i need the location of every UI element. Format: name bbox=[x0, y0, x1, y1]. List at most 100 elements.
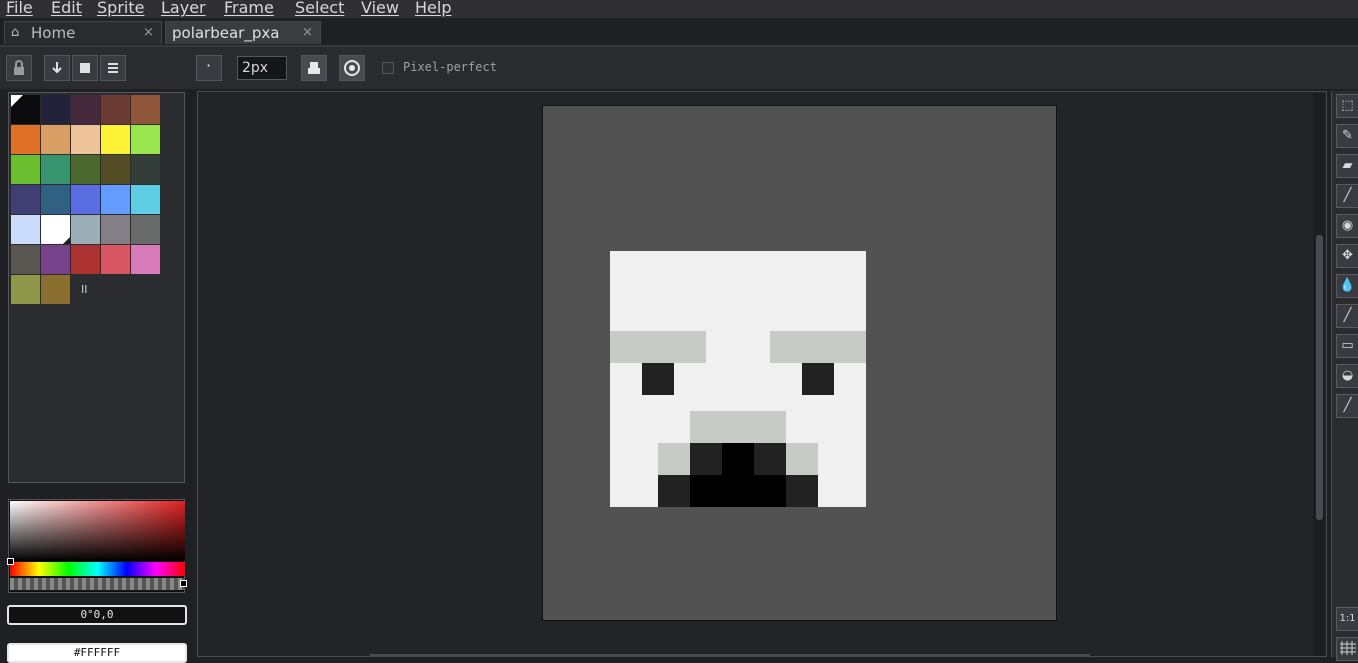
pixel-mode-button[interactable] bbox=[339, 55, 365, 81]
menu-edit[interactable]: Edit bbox=[51, 0, 82, 17]
marquee-icon[interactable]: ⬚ bbox=[1336, 94, 1358, 118]
rectangle-icon[interactable]: ▭ bbox=[1336, 334, 1358, 358]
palette-swatch[interactable] bbox=[101, 95, 130, 124]
eyedropper-icon[interactable]: ╱ bbox=[1336, 184, 1358, 208]
sprite-pixel-block bbox=[786, 443, 818, 475]
sprite-pixel-block bbox=[770, 331, 866, 363]
palette-swatch[interactable] bbox=[41, 245, 70, 274]
hex-field[interactable]: #FFFFFF bbox=[7, 643, 187, 663]
sprite-pixel-block bbox=[690, 411, 786, 443]
spray-icon[interactable]: ╱ bbox=[1336, 394, 1358, 418]
palette-swatch[interactable] bbox=[131, 155, 160, 184]
align-down-button[interactable] bbox=[44, 55, 70, 81]
color-picker[interactable] bbox=[7, 499, 187, 593]
close-icon[interactable]: × bbox=[143, 22, 154, 44]
palette-swatch[interactable] bbox=[11, 215, 40, 244]
sprite-pixel-block bbox=[610, 331, 706, 363]
palette-swatch[interactable] bbox=[101, 215, 130, 244]
palette-swatch[interactable] bbox=[11, 95, 40, 124]
palette-swatch[interactable] bbox=[71, 125, 100, 154]
brush-size-input[interactable]: 2px bbox=[237, 56, 287, 80]
pixel-perfect-label: Pixel-perfect bbox=[403, 60, 497, 74]
palette-swatch[interactable] bbox=[41, 275, 70, 304]
pause-icon[interactable]: II bbox=[81, 283, 88, 296]
close-icon[interactable]: × bbox=[302, 22, 313, 44]
tab-home[interactable]: ⌂ Home × bbox=[4, 21, 162, 44]
menu-view[interactable]: View bbox=[361, 0, 399, 17]
palette-swatch[interactable] bbox=[131, 185, 160, 214]
zoom-reset-button[interactable]: 1:1 bbox=[1336, 607, 1358, 631]
tab-file-label: polarbear_pxa bbox=[172, 24, 280, 42]
palette-swatch[interactable] bbox=[11, 245, 40, 274]
palette-swatch[interactable] bbox=[11, 185, 40, 214]
menu-sprite[interactable]: Sprite bbox=[97, 0, 144, 17]
sprite-canvas[interactable] bbox=[542, 105, 1057, 621]
hsv-field[interactable]: 0°0,0 bbox=[7, 605, 187, 625]
menu-help[interactable]: Help bbox=[415, 0, 451, 17]
sprite-pixel-block bbox=[690, 443, 722, 475]
palette-swatch[interactable] bbox=[101, 155, 130, 184]
tab-bar: ⌂ Home × polarbear_pxa × bbox=[0, 19, 1358, 47]
palette-swatch[interactable] bbox=[71, 95, 100, 124]
palette-swatch[interactable] bbox=[41, 185, 70, 214]
palette-swatch[interactable] bbox=[71, 155, 100, 184]
sprite-pixel-block bbox=[754, 443, 786, 475]
palette-swatch[interactable] bbox=[41, 155, 70, 184]
tab-polarbear[interactable]: polarbear_pxa × bbox=[165, 21, 321, 44]
context-toolbar: · bbox=[0, 47, 1358, 89]
palette-swatch[interactable] bbox=[101, 185, 130, 214]
palette-swatch[interactable] bbox=[101, 245, 130, 274]
palette-swatch[interactable] bbox=[11, 125, 40, 154]
menu-bar: File Edit Sprite Layer Frame Select View… bbox=[0, 0, 1358, 18]
pencil-icon[interactable]: ✎ bbox=[1336, 124, 1358, 148]
hue-slider[interactable] bbox=[10, 562, 185, 576]
palette-panel: II bbox=[8, 92, 185, 483]
menu-layer[interactable]: Layer bbox=[161, 0, 206, 17]
brush-type-button[interactable]: · bbox=[196, 55, 222, 81]
palette-swatch[interactable] bbox=[131, 215, 160, 244]
page-icon bbox=[80, 63, 90, 73]
vertical-scroll-thumb[interactable] bbox=[1316, 235, 1323, 520]
grid-icon[interactable] bbox=[1336, 637, 1358, 661]
pixel-perfect-checkbox[interactable] bbox=[382, 62, 394, 74]
lock-button[interactable] bbox=[6, 55, 32, 81]
alpha-slider[interactable] bbox=[10, 578, 185, 590]
eraser-icon[interactable]: ▰ bbox=[1336, 154, 1358, 178]
saturation-value-area[interactable] bbox=[10, 501, 185, 561]
palette-swatch[interactable] bbox=[101, 125, 130, 154]
palette-swatch[interactable] bbox=[71, 215, 100, 244]
palette-swatch[interactable] bbox=[41, 95, 70, 124]
menu-icon bbox=[108, 63, 118, 73]
blur-icon[interactable]: ◒ bbox=[1336, 364, 1358, 388]
sprite-pixel-block bbox=[658, 475, 690, 507]
palette-swatch[interactable] bbox=[71, 185, 100, 214]
zoom-icon[interactable]: ◉ bbox=[1336, 214, 1358, 238]
sprite-pixel-block bbox=[690, 475, 786, 507]
move-icon[interactable]: ✥ bbox=[1336, 244, 1358, 268]
tab-home-label: Home bbox=[31, 24, 76, 42]
sv-handle[interactable] bbox=[7, 558, 14, 565]
palette-swatch[interactable] bbox=[11, 275, 40, 304]
fill-icon[interactable]: 💧 bbox=[1336, 274, 1358, 298]
menu-select[interactable]: Select bbox=[295, 0, 344, 17]
brush-dot-icon: · bbox=[206, 56, 212, 75]
palette-swatch[interactable] bbox=[131, 95, 160, 124]
menu-frame[interactable]: Frame bbox=[224, 0, 274, 17]
sprite-pixel-block bbox=[658, 443, 690, 475]
ink-button[interactable] bbox=[301, 55, 327, 81]
alpha-handle[interactable] bbox=[180, 580, 187, 587]
sprite-pixel-block bbox=[786, 475, 818, 507]
line-icon[interactable]: ╱ bbox=[1336, 304, 1358, 328]
palette-swatch[interactable] bbox=[71, 245, 100, 274]
palette-swatch[interactable] bbox=[11, 155, 40, 184]
layer-button[interactable] bbox=[72, 55, 98, 81]
menu-file[interactable]: File bbox=[6, 0, 33, 17]
palette-swatch[interactable] bbox=[41, 215, 70, 244]
palette-swatch[interactable] bbox=[131, 245, 160, 274]
ink-icon bbox=[308, 62, 320, 74]
sprite-pixel-block bbox=[642, 363, 674, 395]
home-icon: ⌂ bbox=[11, 25, 20, 40]
palette-swatch[interactable] bbox=[131, 125, 160, 154]
palette-swatch[interactable] bbox=[41, 125, 70, 154]
options-button[interactable] bbox=[100, 55, 126, 81]
